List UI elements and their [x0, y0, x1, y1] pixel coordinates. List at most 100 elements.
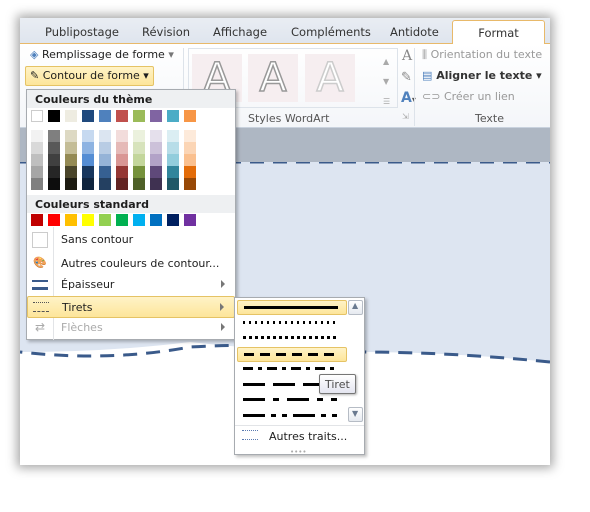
tab-compléments[interactable]: Compléments: [291, 25, 371, 39]
theme-shade-swatch[interactable]: [167, 130, 179, 142]
wordart-style-2[interactable]: A: [248, 54, 298, 102]
theme-shade-swatch[interactable]: [133, 166, 145, 178]
theme-shade-swatch[interactable]: [65, 178, 77, 190]
theme-shade-swatch[interactable]: [167, 142, 179, 154]
text-orientation-button[interactable]: ⫼ Orientation du texte: [422, 48, 542, 62]
dash-style-round-dot[interactable]: [237, 316, 347, 331]
align-text-button[interactable]: ▤ Aligner le texte ▾: [422, 69, 542, 82]
theme-color-swatch[interactable]: [167, 110, 179, 122]
standard-color-swatch[interactable]: [82, 214, 94, 226]
tab-affichage[interactable]: Affichage: [213, 25, 267, 39]
theme-color-swatch[interactable]: [48, 110, 60, 122]
theme-shade-swatch[interactable]: [167, 178, 179, 190]
theme-shade-swatch[interactable]: [150, 166, 162, 178]
theme-shade-swatch[interactable]: [116, 130, 128, 142]
theme-shade-swatch[interactable]: [31, 142, 43, 154]
theme-shade-swatch[interactable]: [82, 178, 94, 190]
theme-shade-swatch[interactable]: [65, 130, 77, 142]
theme-shade-swatch[interactable]: [82, 166, 94, 178]
theme-color-swatch[interactable]: [65, 110, 77, 122]
theme-shade-swatch[interactable]: [99, 166, 111, 178]
theme-shade-swatch[interactable]: [99, 154, 111, 166]
theme-shade-swatch[interactable]: [116, 142, 128, 154]
theme-shade-swatch[interactable]: [99, 178, 111, 190]
theme-shade-swatch[interactable]: [82, 130, 94, 142]
theme-color-swatch[interactable]: [184, 110, 196, 122]
theme-shade-swatch[interactable]: [65, 166, 77, 178]
theme-shade-swatch[interactable]: [167, 154, 179, 166]
create-link-button[interactable]: ⊂⊃ Créer un lien: [422, 90, 515, 103]
theme-shade-swatch[interactable]: [31, 166, 43, 178]
dash-style-square-dot[interactable]: [237, 331, 347, 346]
menu-item-weight[interactable]: Épaisseur: [27, 274, 235, 296]
text-fill-icon[interactable]: A: [402, 48, 412, 64]
theme-color-swatch[interactable]: [116, 110, 128, 122]
theme-shade-swatch[interactable]: [31, 130, 43, 142]
theme-shade-swatch[interactable]: [99, 142, 111, 154]
more-lines-item[interactable]: Autres traits...: [235, 426, 364, 448]
theme-color-swatch[interactable]: [82, 110, 94, 122]
theme-shade-swatch[interactable]: [116, 166, 128, 178]
theme-shade-swatch[interactable]: [184, 154, 196, 166]
theme-color-swatch[interactable]: [133, 110, 145, 122]
dash-style-long-dash-dot[interactable]: [237, 393, 347, 408]
standard-color-swatch[interactable]: [150, 214, 162, 226]
menu-item-dash[interactable]: Tirets: [27, 296, 235, 318]
gallery-scroll[interactable]: ▲ ▼ ☰: [383, 52, 390, 112]
theme-shade-swatch[interactable]: [133, 178, 145, 190]
standard-color-swatch[interactable]: [48, 214, 60, 226]
scroll-down-button[interactable]: ▼: [348, 407, 363, 422]
theme-shade-swatch[interactable]: [82, 154, 94, 166]
menu-item-no-outline[interactable]: Sans contour: [27, 229, 235, 251]
dash-style-dash[interactable]: [237, 346, 347, 362]
theme-shade-swatch[interactable]: [48, 130, 60, 142]
standard-color-swatch[interactable]: [65, 214, 77, 226]
theme-color-swatch[interactable]: [31, 110, 43, 122]
theme-shade-swatch[interactable]: [133, 154, 145, 166]
theme-shade-swatch[interactable]: [150, 142, 162, 154]
theme-shade-swatch[interactable]: [48, 166, 60, 178]
theme-color-swatch[interactable]: [99, 110, 111, 122]
standard-color-swatch[interactable]: [167, 214, 179, 226]
theme-shade-swatch[interactable]: [150, 130, 162, 142]
wordart-style-3[interactable]: A: [305, 54, 355, 102]
theme-shade-swatch[interactable]: [65, 142, 77, 154]
theme-shade-swatch[interactable]: [99, 130, 111, 142]
standard-color-swatch[interactable]: [133, 214, 145, 226]
theme-shade-swatch[interactable]: [167, 166, 179, 178]
tab-format[interactable]: Format: [452, 20, 545, 45]
theme-shade-swatch[interactable]: [184, 142, 196, 154]
theme-shade-swatch[interactable]: [116, 154, 128, 166]
theme-shade-swatch[interactable]: [31, 154, 43, 166]
dash-style-solid[interactable]: [237, 300, 347, 315]
resize-grip[interactable]: ••••: [290, 448, 307, 456]
theme-shade-swatch[interactable]: [133, 142, 145, 154]
theme-shade-swatch[interactable]: [184, 130, 196, 142]
theme-shade-swatch[interactable]: [65, 154, 77, 166]
shape-outline-button[interactable]: ✎ Contour de forme ▾: [25, 66, 154, 86]
shape-fill-button[interactable]: ◈ Remplissage de forme ▾: [30, 48, 174, 61]
theme-shade-swatch[interactable]: [48, 142, 60, 154]
standard-color-swatch[interactable]: [184, 214, 196, 226]
theme-shade-swatch[interactable]: [150, 154, 162, 166]
scroll-up-button[interactable]: ▲: [348, 300, 363, 315]
theme-shade-swatch[interactable]: [150, 178, 162, 190]
theme-shade-swatch[interactable]: [184, 178, 196, 190]
dialog-launcher-icon[interactable]: ⇲: [402, 112, 409, 121]
menu-item-arrows[interactable]: ⇄ Flèches: [27, 317, 235, 339]
dash-style-long-dash-dot-dot[interactable]: [237, 409, 347, 424]
theme-shade-swatch[interactable]: [48, 178, 60, 190]
tab-révision[interactable]: Révision: [142, 25, 190, 39]
theme-shade-swatch[interactable]: [133, 130, 145, 142]
text-outline-icon[interactable]: ✎: [401, 70, 412, 85]
theme-shade-swatch[interactable]: [82, 142, 94, 154]
standard-color-swatch[interactable]: [99, 214, 111, 226]
theme-shade-swatch[interactable]: [48, 154, 60, 166]
menu-item-palette[interactable]: 🎨 Autres couleurs de contour...: [27, 253, 235, 275]
standard-color-swatch[interactable]: [31, 214, 43, 226]
tab-publipostage[interactable]: Publipostage: [45, 25, 119, 39]
theme-shade-swatch[interactable]: [184, 166, 196, 178]
standard-color-swatch[interactable]: [116, 214, 128, 226]
theme-shade-swatch[interactable]: [116, 178, 128, 190]
theme-shade-swatch[interactable]: [31, 178, 43, 190]
